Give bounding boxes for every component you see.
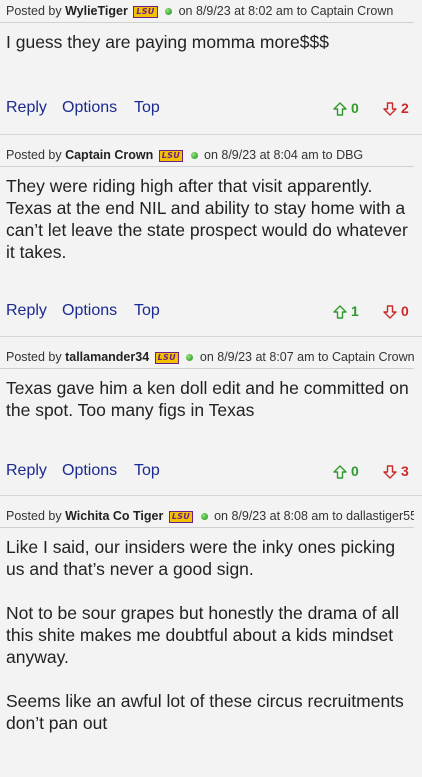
post-header: Posted by WylieTiger LSU on 8/9/23 at 8:… (0, 0, 414, 23)
post-body: They were riding high after that visit a… (6, 176, 413, 262)
downvote-button[interactable]: 3 (383, 459, 409, 483)
thumb-up-arrow-icon (333, 102, 347, 116)
post: Posted by tallamander34 LSU on 8/9/23 at… (0, 346, 422, 496)
post-body: I guess they are paying momma more$$$ (6, 32, 329, 52)
top-button[interactable]: Top (134, 299, 160, 323)
upvote-button[interactable]: 1 (333, 299, 359, 323)
top-button[interactable]: Top (134, 459, 160, 483)
post-body: Like I said, our insiders were the inky … (6, 537, 404, 733)
upvote-count: 0 (351, 463, 359, 479)
author-link[interactable]: tallamander34 (65, 350, 149, 364)
team-badge-icon: LSU (158, 149, 184, 162)
post-date: on 8/9/23 at 8:02 am to (178, 4, 308, 18)
reply-button[interactable]: Reply (6, 96, 47, 120)
options-button[interactable]: Options (62, 459, 117, 483)
upvote-button[interactable]: 0 (333, 96, 359, 120)
online-status-icon (200, 513, 208, 521)
post-date: on 8/9/23 at 8:07 am to (199, 350, 329, 364)
top-button[interactable]: Top (134, 96, 160, 120)
post: Posted by WylieTiger LSU on 8/9/23 at 8:… (0, 0, 422, 135)
upvote-count: 1 (351, 303, 359, 319)
downvote-count: 3 (401, 463, 409, 479)
post-body: Texas gave him a ken doll edit and he co… (6, 378, 414, 420)
reply-to-link[interactable]: Captain Crown (332, 350, 414, 364)
post-header: Posted by Wichita Co Tiger LSU on 8/9/23… (0, 505, 414, 528)
posted-by-label: Posted by (6, 509, 62, 523)
posted-by-label: Posted by (6, 350, 62, 364)
online-status-icon (190, 152, 198, 160)
post-date: on 8/9/23 at 8:08 am to (214, 509, 343, 523)
options-button[interactable]: Options (62, 96, 117, 120)
posted-by-label: Posted by (6, 148, 62, 162)
reply-to-link[interactable]: dallastiger55 (346, 509, 414, 523)
post-header: Posted by Captain Crown LSU on 8/9/23 at… (0, 144, 414, 167)
author-link[interactable]: Wichita Co Tiger (65, 509, 163, 523)
post-date: on 8/9/23 at 8:04 am to (204, 148, 333, 162)
downvote-count: 2 (401, 100, 409, 116)
reply-button[interactable]: Reply (6, 299, 47, 323)
post-actions: Reply Options Top 0 3 (0, 459, 422, 483)
post-actions: Reply Options Top 1 0 (0, 299, 422, 323)
options-button[interactable]: Options (62, 299, 117, 323)
author-link[interactable]: Captain Crown (65, 148, 153, 162)
team-badge-icon: LSU (168, 510, 194, 523)
post: Posted by Wichita Co Tiger LSU on 8/9/23… (0, 505, 422, 777)
posted-by-label: Posted by (6, 4, 62, 18)
post: Posted by Captain Crown LSU on 8/9/23 at… (0, 144, 422, 337)
downvote-button[interactable]: 2 (383, 96, 409, 120)
thumb-down-arrow-icon (383, 305, 397, 319)
reply-to-link[interactable]: Captain Crown (311, 4, 394, 18)
downvote-button[interactable]: 0 (383, 299, 409, 323)
thumb-down-arrow-icon (383, 102, 397, 116)
post-header: Posted by tallamander34 LSU on 8/9/23 at… (0, 346, 414, 369)
post-actions: Reply Options Top 0 2 (0, 96, 422, 120)
downvote-count: 0 (401, 303, 409, 319)
thumb-up-arrow-icon (333, 305, 347, 319)
online-status-icon (186, 354, 194, 362)
upvote-count: 0 (351, 100, 359, 116)
upvote-button[interactable]: 0 (333, 459, 359, 483)
team-badge-icon: LSU (133, 5, 158, 18)
team-badge-icon: LSU (154, 351, 179, 364)
thumb-down-arrow-icon (383, 465, 397, 479)
reply-to-link[interactable]: DBG (336, 148, 363, 162)
author-link[interactable]: WylieTiger (65, 4, 128, 18)
thumb-up-arrow-icon (333, 465, 347, 479)
reply-button[interactable]: Reply (6, 459, 47, 483)
online-status-icon (165, 8, 173, 16)
